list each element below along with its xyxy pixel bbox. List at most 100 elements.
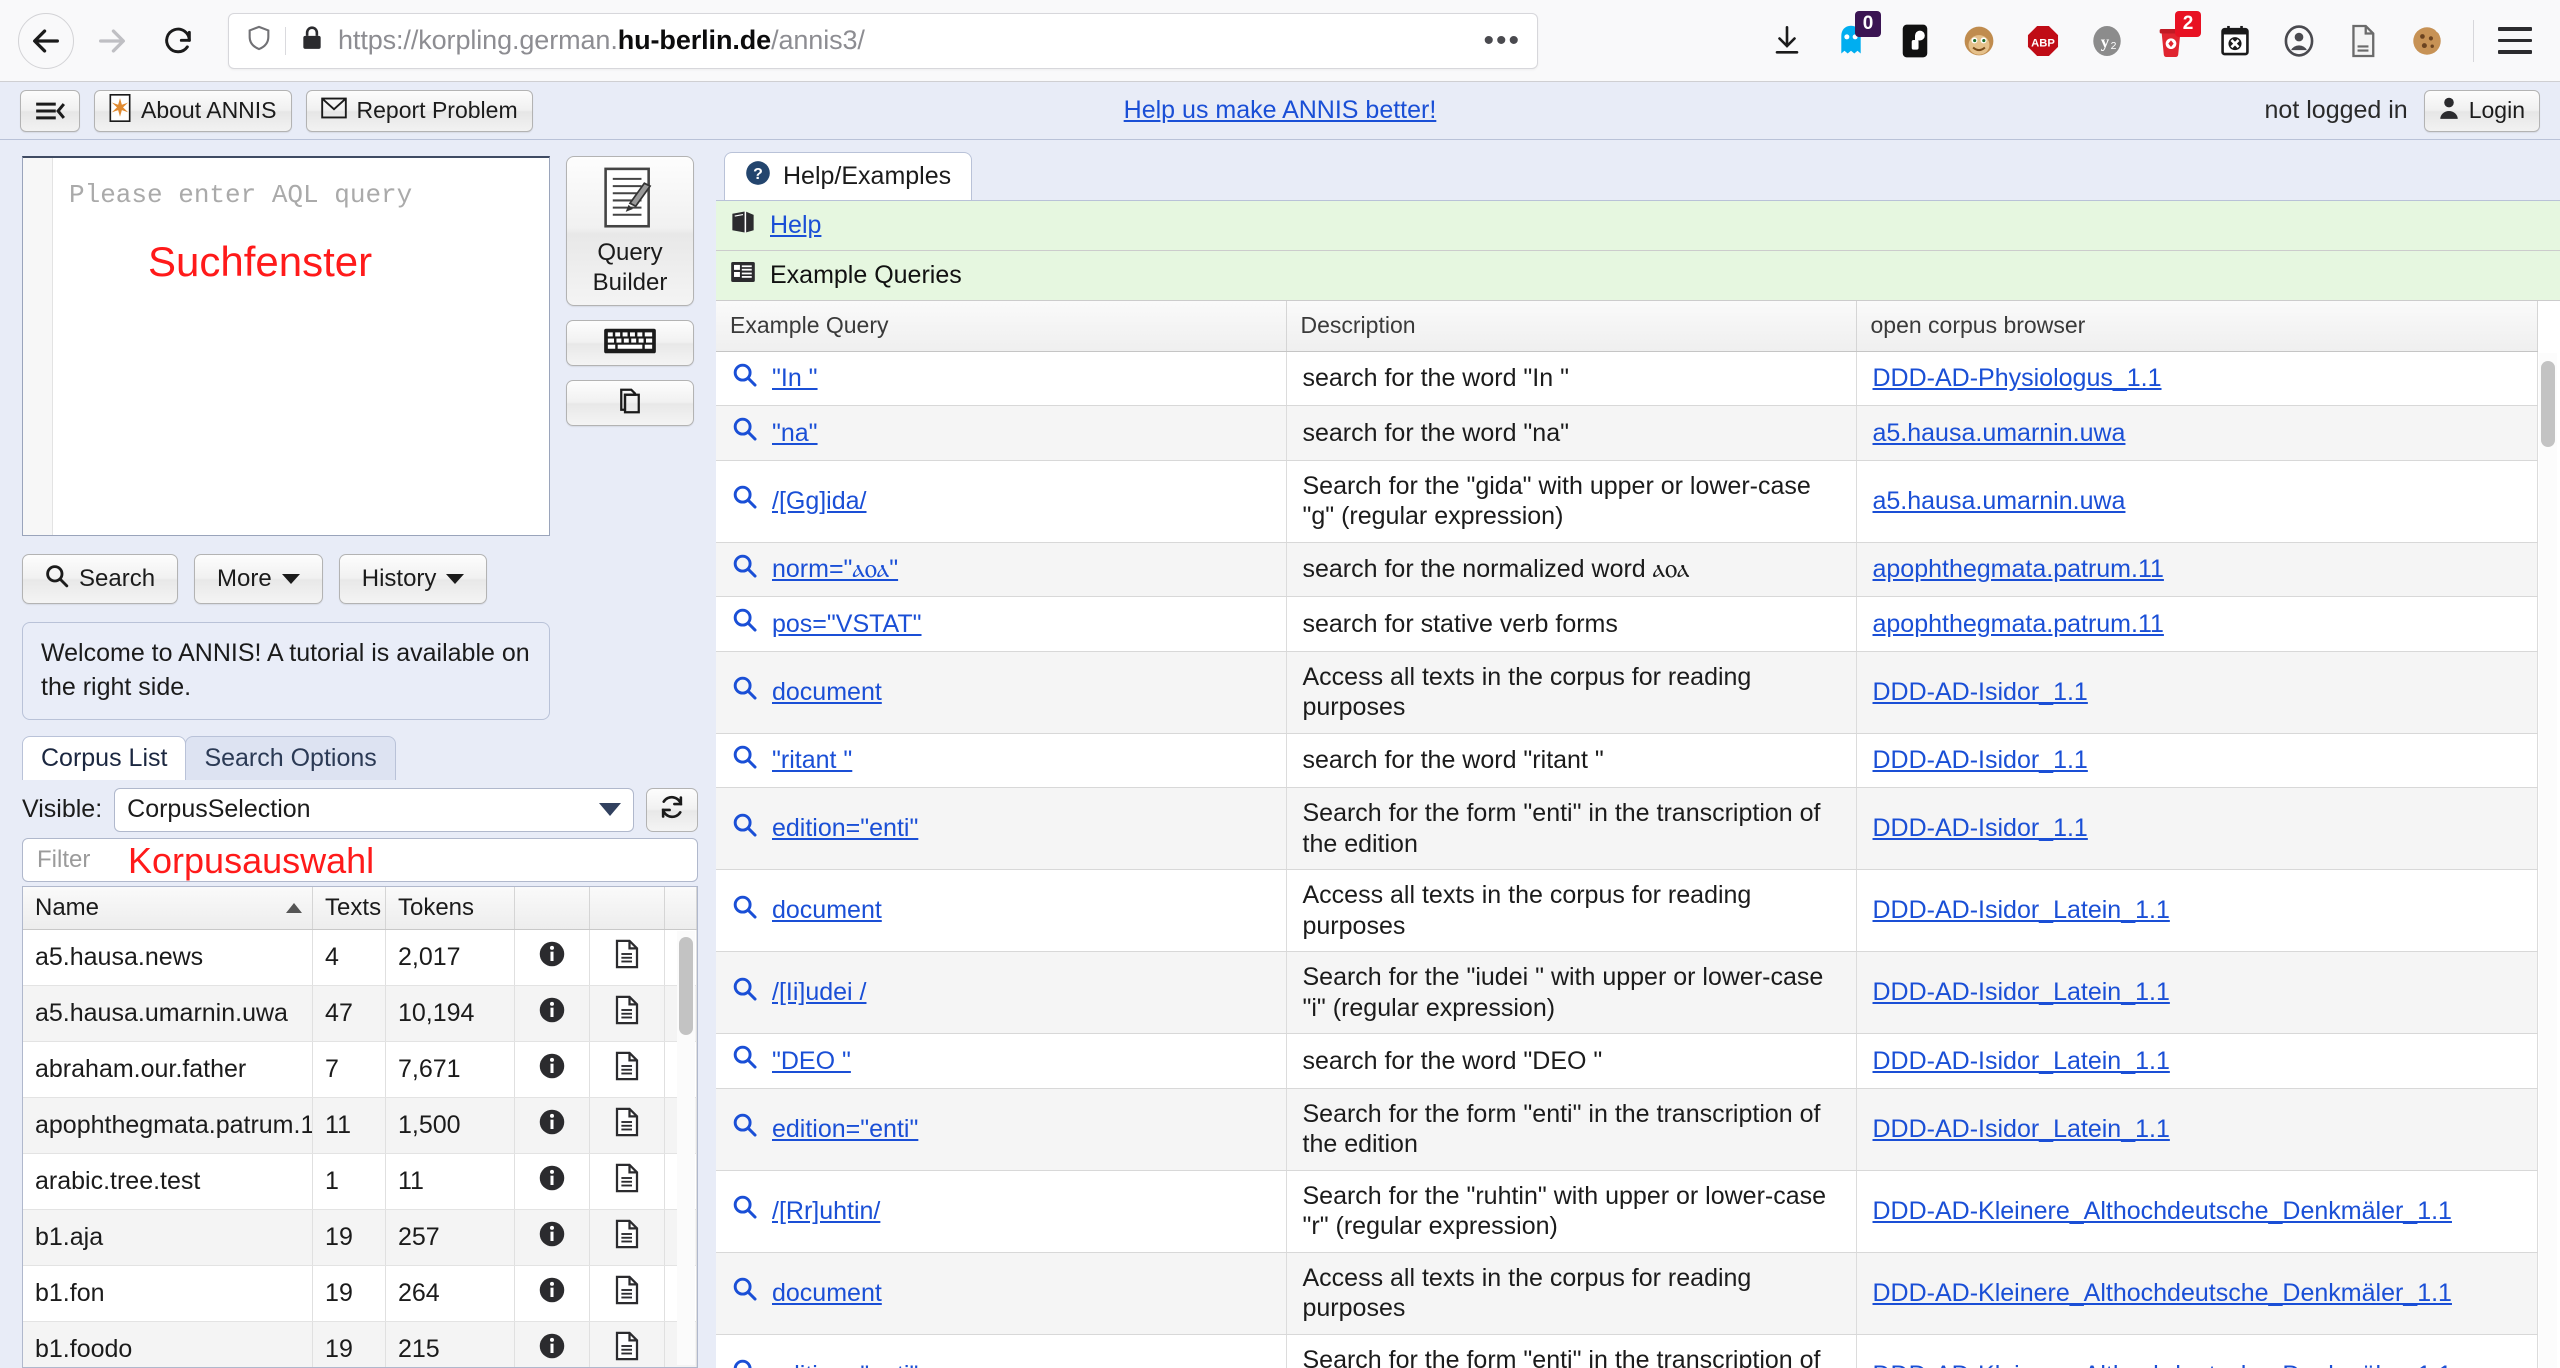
back-button[interactable] — [18, 12, 74, 69]
tab-help-examples[interactable]: ? Help/Examples — [724, 152, 973, 200]
corpus-browser-link[interactable]: DDD-AD-Isidor_Latein_1.1 — [1873, 896, 2170, 924]
example-query-row[interactable]: edition="enti" Search for the form "enti"… — [716, 787, 2538, 870]
corpus-info-icon[interactable] — [514, 1321, 590, 1368]
example-query-row[interactable]: /[Rr]uhtin/Search for the "ruhtin" with … — [716, 1170, 2538, 1253]
corpus-col-texts[interactable]: Texts — [312, 886, 386, 930]
corpus-doc-icon[interactable] — [589, 985, 665, 1042]
corpus-scrollbar-thumb[interactable] — [679, 936, 693, 1035]
example-query-row[interactable]: "na" search for the word "na" a5.hausa.uma… — [716, 405, 2538, 461]
report-problem-button[interactable]: Report Problem — [305, 89, 533, 132]
corpus-row[interactable]: b1.foodo 19 215 — [23, 1321, 697, 1368]
example-query-row[interactable]: document Access all texts in the corpus f… — [716, 869, 2538, 952]
example-query-row[interactable]: "DEO " search for the word "DEO " DDD-AD-I… — [716, 1033, 2538, 1089]
corpus-row[interactable]: a5.hausa.umarnin.uwa 47 10,194 — [23, 985, 697, 1042]
download-icon[interactable] — [1755, 9, 1819, 73]
example-query-row[interactable]: norm="ⲁⲟⲁ" search for the normalized word… — [716, 542, 2538, 597]
example-query-row[interactable]: "In " search for the word "In " DDD-AD-Phy… — [716, 351, 2538, 406]
collapse-sidebar-button[interactable] — [20, 89, 80, 132]
example-query-link[interactable]: norm="ⲁⲟⲁ" — [772, 554, 898, 585]
tab-search-options[interactable]: Search Options — [185, 735, 396, 780]
corpus-info-icon[interactable] — [514, 1097, 590, 1154]
copy-query-button[interactable] — [566, 380, 694, 426]
corpus-browser-link[interactable]: DDD-AD-Kleinere_Althochdeutsche_Denkmäle… — [1873, 1361, 2452, 1368]
example-query-link[interactable]: /[Ii]udei / — [772, 977, 867, 1008]
example-query-link[interactable]: document — [772, 677, 882, 708]
example-query-link[interactable]: pos="VSTAT" — [772, 609, 922, 640]
example-query-row[interactable]: edition="enti" Search for the form "enti"… — [716, 1088, 2538, 1171]
corpus-doc-icon[interactable] — [589, 1209, 665, 1266]
shield-icon[interactable] — [245, 24, 273, 57]
account-icon[interactable] — [2267, 9, 2331, 73]
history-button[interactable]: History — [338, 554, 488, 604]
example-query-row[interactable]: edition="enti" Search for the form "enti"… — [716, 1334, 2538, 1368]
example-query-link[interactable]: document — [772, 895, 882, 926]
corpus-row[interactable]: a5.hausa.news 4 2,017 — [23, 929, 697, 986]
refresh-corpus-button[interactable] — [646, 787, 698, 832]
corpus-doc-icon[interactable] — [589, 1153, 665, 1210]
corpus-scrollbar[interactable] — [677, 930, 695, 1365]
corpus-doc-icon[interactable] — [589, 929, 665, 986]
corpus-browser-link[interactable]: DDD-AD-Isidor_1.1 — [1873, 746, 2088, 774]
corpus-doc-icon[interactable] — [589, 1265, 665, 1322]
cookie-icon[interactable] — [2395, 9, 2459, 73]
lock-icon[interactable] — [300, 25, 324, 56]
example-query-link[interactable]: "In " — [772, 363, 818, 394]
example-query-row[interactable]: document Access all texts in the corpus f… — [716, 1252, 2538, 1335]
corpus-row[interactable]: b1.fon 19 264 — [23, 1265, 697, 1322]
corpus-browser-link[interactable]: a5.hausa.umarnin.uwa — [1873, 419, 2126, 447]
corpus-browser-link[interactable]: DDD-AD-Kleinere_Althochdeutsche_Denkmäle… — [1873, 1279, 2452, 1307]
example-query-row[interactable]: pos="VSTAT" search for stative verb forms… — [716, 596, 2538, 652]
corpus-info-icon[interactable] — [514, 1041, 590, 1098]
example-query-link[interactable]: /[Gg]ida/ — [772, 486, 867, 517]
corpus-doc-icon[interactable] — [589, 1097, 665, 1154]
corpus-browser-link[interactable]: DDD-AD-Isidor_1.1 — [1873, 814, 2088, 842]
page-actions-icon[interactable]: ••• — [1469, 25, 1521, 56]
corpus-browser-link[interactable]: apophthegmata.patrum.11 — [1873, 555, 2164, 583]
query-builder-button[interactable]: Query Builder — [566, 156, 694, 306]
example-query-row[interactable]: /[Gg]ida/Search for the "gida" with uppe… — [716, 460, 2538, 543]
corpus-col-tokens[interactable]: Tokens — [385, 886, 515, 930]
privacy-badger-icon[interactable] — [1883, 9, 1947, 73]
cleaner-icon[interactable]: 2 — [2139, 9, 2203, 73]
tab-corpus-list[interactable]: Corpus List — [22, 735, 187, 780]
corpus-info-icon[interactable] — [514, 1209, 590, 1266]
corpus-filter-input[interactable]: Filter Korpusauswahl — [22, 837, 698, 882]
corpus-browser-link[interactable]: DDD-AD-Kleinere_Althochdeutsche_Denkmäle… — [1873, 1197, 2452, 1225]
corpus-doc-icon[interactable] — [589, 1041, 665, 1098]
corpus-row[interactable]: abraham.our.father 7 7,671 — [23, 1041, 697, 1098]
corpus-browser-link[interactable]: DDD-AD-Isidor_Latein_1.1 — [1873, 1115, 2170, 1143]
forward-button[interactable] — [84, 13, 140, 69]
adblock-plus-icon[interactable]: ABP — [2011, 9, 2075, 73]
corpus-info-icon[interactable] — [514, 1153, 590, 1210]
example-query-row[interactable]: "ritant " search for the word "ritant " DD… — [716, 733, 2538, 788]
example-query-row[interactable]: /[Ii]udei / Search for the "iudei " with … — [716, 951, 2538, 1034]
corpus-browser-link[interactable]: apophthegmata.patrum.11 — [1873, 610, 2164, 638]
example-query-row[interactable]: document Access all texts in the corpus f… — [716, 651, 2538, 734]
reader-page-icon[interactable] — [2331, 9, 2395, 73]
example-query-link[interactable]: edition="enti" — [772, 813, 918, 844]
corpus-row[interactable]: b1.aja 19 257 — [23, 1209, 697, 1266]
example-query-link[interactable]: "na" — [772, 418, 818, 449]
corpus-info-icon[interactable] — [514, 985, 590, 1042]
calendar-block-icon[interactable] — [2203, 9, 2267, 73]
corpus-row[interactable]: arabic.tree.test 1 11 — [23, 1153, 697, 1210]
corpus-row[interactable]: apophthegmata.patrum.1 11 1,500 — [23, 1097, 697, 1154]
corpus-browser-link[interactable]: DDD-AD-Isidor_1.1 — [1873, 678, 2088, 706]
greasemonkey-icon[interactable] — [1947, 9, 2011, 73]
example-query-link[interactable]: document — [772, 1278, 882, 1309]
about-annis-button[interactable]: About ANNIS — [94, 89, 292, 132]
corpus-info-icon[interactable] — [514, 929, 590, 986]
corpus-info-icon[interactable] — [514, 1265, 590, 1322]
aql-query-input[interactable]: Please enter AQL query Suchfenster — [22, 156, 550, 536]
example-scrollbar[interactable] — [2539, 353, 2557, 1368]
more-button[interactable]: More — [194, 554, 323, 604]
example-query-link[interactable]: "DEO " — [772, 1046, 851, 1077]
reload-button[interactable] — [150, 13, 206, 69]
login-button[interactable]: Login — [2423, 89, 2540, 132]
youtube2-icon[interactable]: y2 — [2075, 9, 2139, 73]
corpus-col-name[interactable]: Name — [23, 886, 314, 930]
example-query-link[interactable]: edition="enti" — [772, 1360, 918, 1368]
virtual-keyboard-button[interactable] — [566, 320, 694, 366]
example-query-link[interactable]: "ritant " — [772, 745, 852, 776]
ghostery-icon[interactable]: 0 — [1819, 9, 1883, 73]
